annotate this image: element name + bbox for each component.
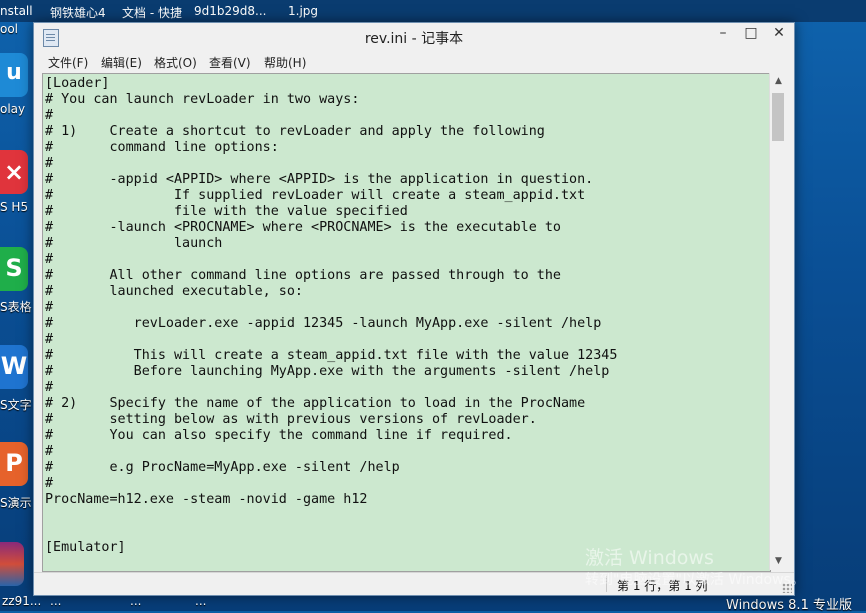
dock-label: olay [0,102,26,116]
maximize-button[interactable]: □ [737,23,765,45]
window-title: rev.ini - 记事本 [364,31,464,47]
bottom-taskbar: zz91... ... ... ... Windows 8.1 专业版 [0,594,866,613]
taskbar-item[interactable]: ... [50,594,61,608]
taskbar-item[interactable]: 9d1b29d8... [194,4,266,18]
title-bar[interactable]: rev.ini - 记事本 – □ ✕ [34,23,794,51]
taskbar-item[interactable]: 钢铁雄心4 [50,4,106,21]
menu-help[interactable]: 帮助(H) [259,54,311,71]
windows-edition-label: Windows 8.1 专业版 [726,598,852,613]
app-glyph: P [5,449,23,477]
menu-bar: 文件(F) 编辑(E) 格式(O) 查看(V) 帮助(H) [34,51,794,73]
app-glyph: u [6,60,22,85]
dock-label: S表格 [0,300,32,314]
activation-watermark-title: 激活 Windows [585,547,714,569]
close-button[interactable]: ✕ [765,23,793,45]
winrar-icon[interactable] [0,542,24,586]
scroll-up-arrow-icon[interactable]: ▲ [770,73,787,90]
vertical-scrollbar[interactable]: ▲ ▼ [769,73,787,570]
file-content[interactable]: [Loader] # You can launch revLoader in t… [45,76,767,556]
notepad-window: rev.ini - 记事本 – □ ✕ 文件(F) 编辑(E) 格式(O) 查看… [33,22,795,596]
menu-view[interactable]: 查看(V) [204,54,256,71]
taskbar-item[interactable]: nstall [0,4,33,18]
taskbar-item[interactable]: ... [130,594,141,608]
taskbar-item[interactable]: zz91... [2,594,41,608]
dock-label: S演示 [0,496,32,510]
activation-watermark-subtitle: 转到"电脑设置"以激活 Windows。 [585,572,805,588]
menu-edit[interactable]: 编辑(E) [96,54,147,71]
minimize-button[interactable]: – [709,23,737,45]
taskbar-item[interactable]: 1.jpg [288,4,318,18]
app-glyph: S [5,254,23,282]
taskbar-item[interactable]: ... [195,594,206,608]
dock-label: S文字 [0,398,32,412]
app-glyph: × [3,158,25,186]
dock-label: ool [0,22,19,36]
dock-label: S H5 [0,200,29,214]
menu-file[interactable]: 文件(F) [43,54,93,71]
top-taskbar: nstall 钢铁雄心4 文档 - 快捷 9d1b29d8... 1.jpg [0,0,866,22]
text-editor[interactable]: [Loader] # You can launch revLoader in t… [42,73,771,572]
taskbar-item[interactable]: 文档 - 快捷 [122,4,182,21]
menu-format[interactable]: 格式(O) [149,54,202,71]
app-glyph: W [0,352,28,380]
scroll-thumb[interactable] [772,93,784,141]
scroll-down-arrow-icon[interactable]: ▼ [770,553,787,570]
